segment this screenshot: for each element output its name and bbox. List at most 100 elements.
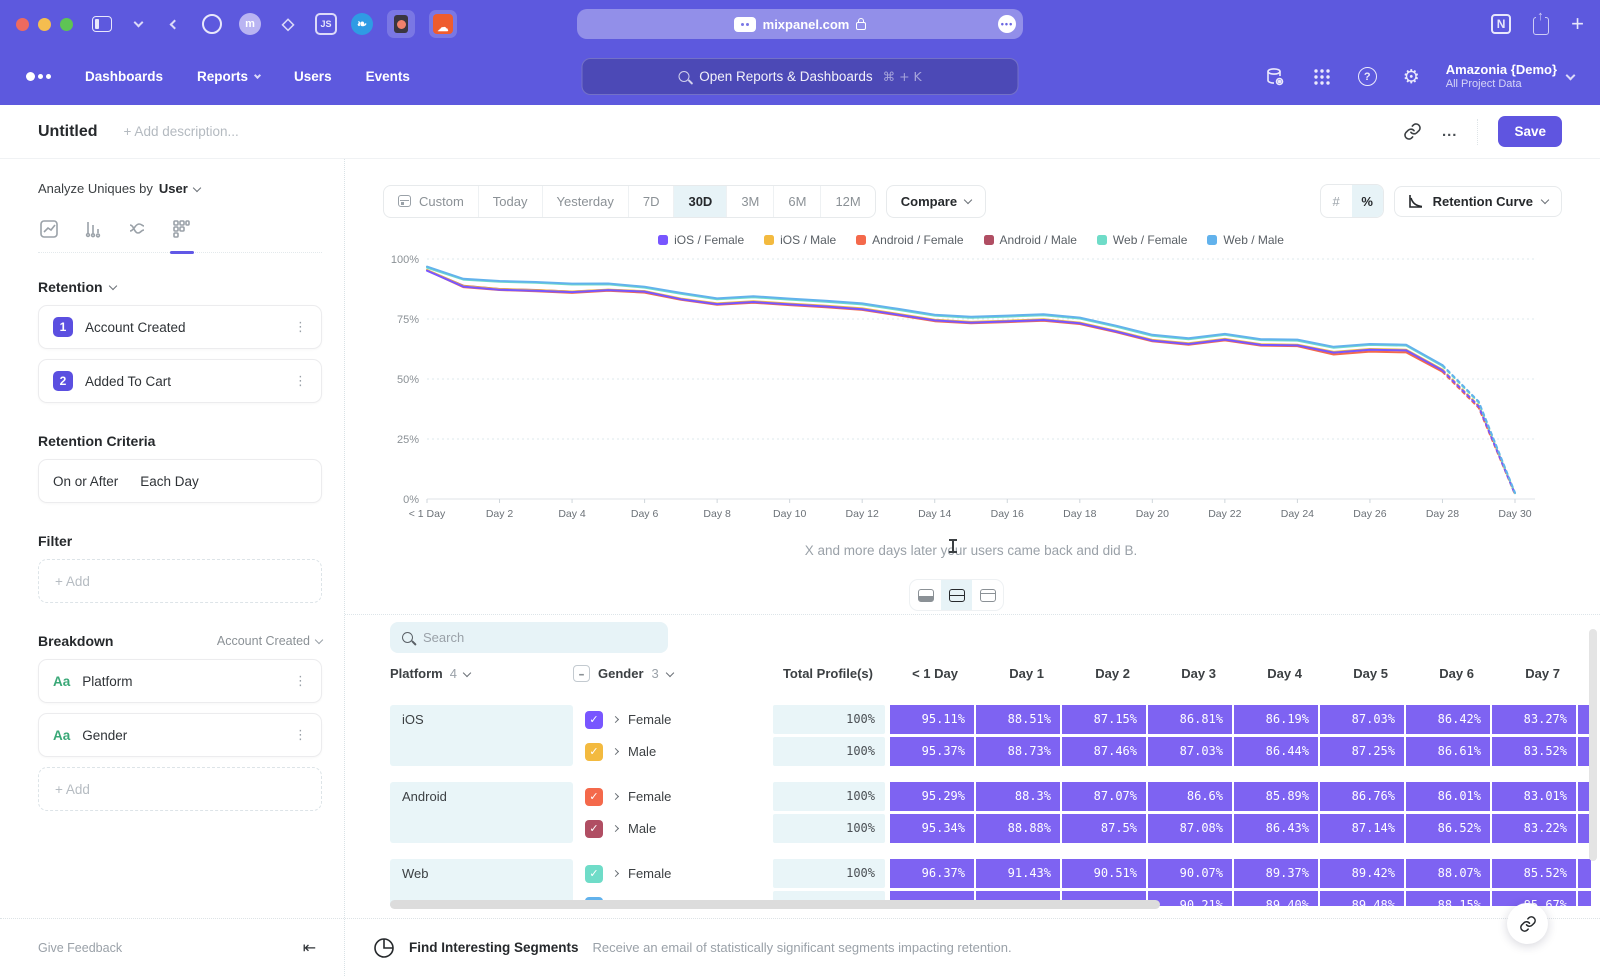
back-icon[interactable] — [163, 13, 185, 35]
kebab-menu-icon[interactable]: ⋮ — [294, 728, 307, 743]
absolute-values-toggle[interactable]: # — [1321, 185, 1352, 217]
expand-row-icon[interactable] — [612, 716, 619, 723]
bird-extension-icon[interactable]: ❧ — [351, 13, 373, 35]
legend-item-android-male[interactable]: Android / Male — [984, 233, 1077, 247]
percent-values-toggle[interactable]: % — [1352, 185, 1383, 217]
retention-value-cell[interactable]: 85.89% — [1234, 782, 1318, 811]
minimize-window-button[interactable] — [38, 18, 51, 31]
cloud-extension-icon[interactable]: ☁ — [429, 10, 457, 38]
legend-item-android-female[interactable]: Android / Female — [856, 233, 963, 247]
select-all-checkbox[interactable]: – — [573, 665, 590, 682]
legend-item-ios-male[interactable]: iOS / Male — [764, 233, 836, 247]
range-button-custom[interactable]: Custom — [384, 186, 479, 217]
event-card-account-created[interactable]: 1 Account Created ⋮ — [38, 305, 322, 349]
vertical-scrollbar[interactable] — [1589, 629, 1597, 861]
nav-item-dashboards[interactable]: Dashboards — [85, 69, 163, 84]
kebab-menu-icon[interactable]: ⋮ — [294, 320, 307, 335]
retention-line-chart[interactable]: 0%25%50%75%100%< 1 DayDay 2Day 4Day 6Day… — [385, 247, 1555, 527]
ring-extension-icon[interactable] — [199, 11, 225, 37]
retention-value-cell[interactable]: 89.48% — [1320, 891, 1404, 906]
horizontal-scrollbar[interactable] — [390, 900, 1160, 909]
series-checkbox[interactable]: ✓ — [585, 743, 603, 761]
retention-value-cell[interactable]: 83.27% — [1492, 705, 1576, 734]
retention-value-cell[interactable]: 96.37% — [890, 859, 974, 888]
retention-value-cell[interactable]: 87.07% — [1062, 782, 1146, 811]
range-button-3m[interactable]: 3M — [727, 186, 774, 217]
legend-item-web-male[interactable]: Web / Male — [1207, 233, 1283, 247]
series-checkbox[interactable]: ✓ — [585, 711, 603, 729]
event-card-added-to-cart[interactable]: 2 Added To Cart ⋮ — [38, 359, 322, 403]
retention-value-cell[interactable]: 83.52% — [1492, 737, 1576, 766]
retention-value-cell[interactable]: 91.43% — [976, 859, 1060, 888]
retention-value-cell[interactable]: 88.3% — [976, 782, 1060, 811]
total-profiles-header[interactable]: Total Profile(s) — [773, 666, 885, 681]
chart-type-selector[interactable]: Retention Curve — [1394, 186, 1562, 217]
day-column-header[interactable]: Day 4 — [1229, 666, 1315, 681]
url-bar[interactable]: mixpanel.com ••• — [577, 9, 1023, 39]
kebab-menu-icon[interactable]: ⋮ — [294, 674, 307, 689]
url-more-button[interactable]: ••• — [998, 15, 1016, 33]
retention-value-cell[interactable]: 87.08% — [1148, 814, 1232, 843]
range-button-12m[interactable]: 12M — [821, 186, 874, 217]
retention-value-cell[interactable]: 87.46% — [1062, 737, 1146, 766]
layout-toggle-table-only[interactable] — [972, 580, 1003, 610]
day-column-header[interactable]: Day 3 — [1143, 666, 1229, 681]
day-column-header[interactable]: Day 1 — [971, 666, 1057, 681]
table-search-input[interactable]: Search — [390, 622, 668, 653]
collapse-sidebar-icon[interactable]: ⇤ — [303, 938, 316, 957]
retention-value-cell[interactable]: 89.40% — [1234, 891, 1318, 906]
series-checkbox[interactable]: ✓ — [585, 820, 603, 838]
retention-value-cell[interactable]: 86.6% — [1148, 782, 1232, 811]
retention-value-cell[interactable]: 87.14% — [1320, 814, 1404, 843]
retention-value-cell[interactable]: 88.15% — [1406, 891, 1490, 906]
kebab-menu-icon[interactable]: ⋮ — [294, 374, 307, 389]
layout-toggle-split[interactable] — [941, 580, 972, 610]
new-tab-icon[interactable]: + — [1571, 11, 1584, 37]
retention-value-cell[interactable]: 86.01% — [1406, 782, 1490, 811]
retention-value-cell[interactable]: 86.81% — [1148, 705, 1232, 734]
breakdown-card-gender[interactable]: Aa Gender ⋮ — [38, 713, 322, 757]
retention-value-cell[interactable]: 89.37% — [1234, 859, 1318, 888]
maximize-window-button[interactable] — [60, 18, 73, 31]
range-button-30d[interactable]: 30D — [674, 186, 727, 217]
retention-value-cell[interactable]: 88.73% — [976, 737, 1060, 766]
apps-grid-icon[interactable] — [1312, 67, 1332, 87]
day-column-header[interactable]: Day 7 — [1487, 666, 1573, 681]
project-switcher[interactable]: Amazonia {Demo} All Project Data — [1446, 62, 1574, 92]
retention-value-cell[interactable]: 86.52% — [1406, 814, 1490, 843]
breakdown-event-selector[interactable]: Account Created — [217, 634, 322, 648]
retention-value-cell[interactable]: 89.42% — [1320, 859, 1404, 888]
tab-retention[interactable] — [170, 218, 192, 240]
day-column-header[interactable]: Day 5 — [1315, 666, 1401, 681]
platform-cell[interactable]: Android — [390, 782, 573, 843]
range-button-6m[interactable]: 6M — [774, 186, 821, 217]
cube-extension-icon[interactable]: ◇ — [275, 11, 301, 37]
close-window-button[interactable] — [16, 18, 29, 31]
add-description-field[interactable]: + Add description... — [124, 124, 239, 139]
copy-link-icon[interactable] — [1403, 122, 1422, 141]
gender-cell[interactable]: ✓Female — [585, 711, 773, 729]
retention-value-cell[interactable]: 88.88% — [976, 814, 1060, 843]
criteria-on-or-after[interactable]: On or After — [53, 474, 118, 489]
day-column-header[interactable]: < 1 Day — [885, 666, 971, 681]
retention-value-cell[interactable]: 86.76% — [1320, 782, 1404, 811]
retention-value-cell[interactable]: 83.01% — [1492, 782, 1576, 811]
analyze-uniques-value[interactable]: User — [159, 181, 188, 196]
retention-value-cell[interactable]: 86.44% — [1234, 737, 1318, 766]
retention-value-cell[interactable]: 87.15% — [1062, 705, 1146, 734]
nav-item-users[interactable]: Users — [294, 69, 332, 84]
retention-value-cell[interactable]: 88.07% — [1406, 859, 1490, 888]
global-search-button[interactable]: Open Reports & Dashboards ⌘ + K — [582, 58, 1019, 95]
retention-value-cell[interactable]: 88.51% — [976, 705, 1060, 734]
tab-funnels[interactable] — [82, 218, 104, 240]
help-icon[interactable]: ? — [1358, 67, 1377, 86]
retention-value-cell[interactable]: 90.21% — [1148, 891, 1232, 906]
retention-value-cell[interactable]: 83.22% — [1492, 814, 1576, 843]
range-button-today[interactable]: Today — [479, 186, 543, 217]
report-title[interactable]: Untitled — [38, 123, 98, 141]
add-filter-button[interactable]: + Add — [38, 559, 322, 603]
platform-cell[interactable]: Web — [390, 859, 573, 906]
retention-value-cell[interactable]: 86.61% — [1406, 737, 1490, 766]
gender-cell[interactable]: ✓Male — [585, 820, 773, 838]
retention-value-cell[interactable]: 86.43% — [1234, 814, 1318, 843]
